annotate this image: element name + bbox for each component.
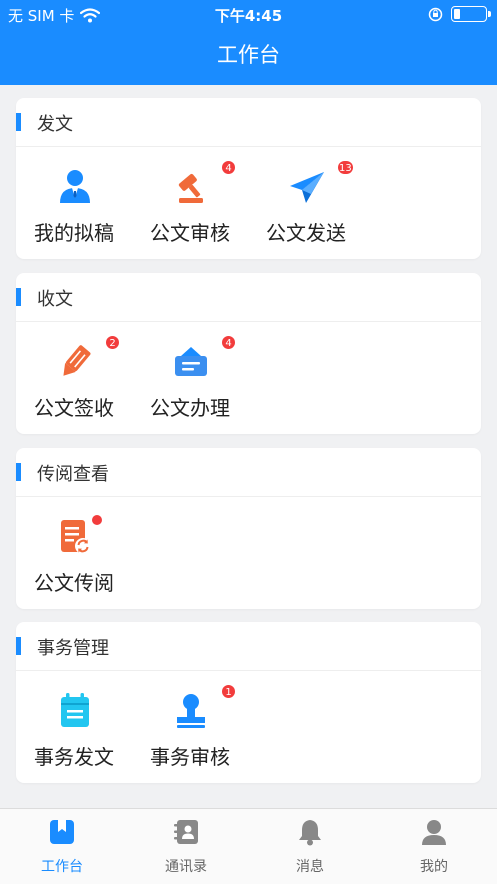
tab-contacts[interactable]: 通讯录 [124, 809, 248, 884]
count-badge: 1 [221, 684, 236, 699]
doc-send-button[interactable]: 13 公文发送 [248, 147, 364, 259]
section-affairs: 事务管理 事务发文 1 事务审核 [16, 622, 481, 783]
item-label: 公文发送 [266, 221, 346, 245]
doc-process-button[interactable]: 4 公文办理 [132, 322, 248, 434]
tab-label: 我的 [420, 859, 448, 875]
orientation-lock-icon [428, 7, 443, 21]
affair-review-button[interactable]: 1 事务审核 [132, 671, 248, 783]
count-badge: 4 [221, 160, 236, 175]
item-label: 事务发文 [34, 745, 114, 769]
item-label: 事务审核 [150, 745, 230, 769]
workbench-icon [50, 820, 74, 844]
section-header: 传阅查看 [16, 448, 481, 497]
section-accent-bar [16, 113, 21, 131]
item-label: 我的拟稿 [34, 221, 114, 245]
battery-icon [451, 6, 491, 22]
user-suit-icon [60, 170, 90, 203]
section-header: 收文 [16, 273, 481, 322]
tab-label: 工作台 [41, 859, 83, 875]
page-title: 工作台 [217, 43, 280, 67]
section-title: 传阅查看 [37, 464, 109, 485]
doc-sign-button[interactable]: 2 公文签收 [16, 322, 132, 434]
tab-workbench[interactable]: 工作台 [0, 809, 124, 884]
section-header: 事务管理 [16, 622, 481, 671]
contacts-book-icon [174, 820, 198, 844]
section-receive-docs: 收文 2 公文签收 4 公文办理 [16, 273, 481, 434]
doc-circulate-button[interactable]: 公文传阅 [16, 497, 132, 609]
item-label: 公文审核 [150, 221, 230, 245]
tab-messages[interactable]: 消息 [248, 809, 372, 884]
section-header: 发文 [16, 98, 481, 147]
count-badge: 2 [105, 335, 120, 350]
section-title: 收文 [37, 289, 73, 310]
inbox-tray-icon [175, 347, 207, 376]
section-circulation: 传阅查看 公文传阅 [16, 448, 481, 609]
count-badge: 4 [221, 335, 236, 350]
status-bar: 无 SIM 卡 下午4:45 [0, 0, 497, 28]
item-label: 公文签收 [34, 396, 114, 420]
paper-plane-icon [290, 172, 324, 203]
tab-bar: 工作台 通讯录 消息 我的 [0, 808, 497, 884]
item-label: 公文办理 [150, 396, 230, 420]
calendar-doc-icon [61, 693, 89, 727]
status-right [428, 6, 491, 22]
item-label: 公文传阅 [34, 571, 114, 595]
tab-label: 通讯录 [165, 859, 207, 875]
status-time: 下午4:45 [214, 7, 283, 25]
gavel-icon [178, 173, 203, 203]
tab-label: 消息 [296, 859, 324, 875]
section-accent-bar [16, 288, 21, 306]
section-accent-bar [16, 637, 21, 655]
section-send-docs: 发文 我的拟稿 4 公文审核 13 公文发送 [16, 98, 481, 259]
bell-icon [299, 820, 321, 846]
nav-bar: 工作台 [0, 28, 497, 85]
document-refresh-icon [61, 520, 91, 554]
count-badge: 13 [337, 160, 354, 175]
section-title: 发文 [37, 114, 73, 135]
pencil-icon [63, 345, 91, 376]
unread-dot [92, 515, 102, 525]
section-accent-bar [16, 463, 21, 481]
doc-review-button[interactable]: 4 公文审核 [132, 147, 248, 259]
section-title: 事务管理 [37, 638, 109, 659]
stamp-icon [177, 694, 205, 728]
my-drafts-button[interactable]: 我的拟稿 [16, 147, 132, 259]
tab-mine[interactable]: 我的 [372, 809, 496, 884]
affair-send-button[interactable]: 事务发文 [16, 671, 132, 783]
person-icon [422, 820, 446, 845]
